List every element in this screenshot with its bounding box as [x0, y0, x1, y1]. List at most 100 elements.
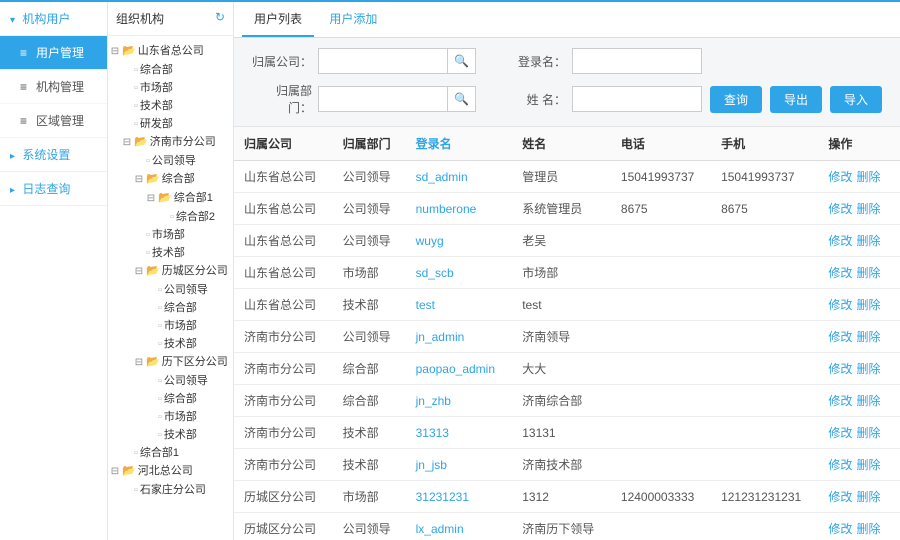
tree-node[interactable]: ⊟📂河北总公司 [110, 462, 231, 481]
tree-node[interactable]: ▫市场部 [110, 317, 231, 335]
refresh-icon[interactable]: ↻ [215, 10, 225, 24]
search-icon[interactable]: 🔍 [448, 48, 476, 74]
tree-toggle-icon[interactable]: ⊟ [134, 355, 144, 371]
tree-node[interactable]: ▫技术部 [110, 244, 231, 262]
delete-link[interactable]: 删除 [856, 266, 880, 280]
delete-link[interactable]: 删除 [856, 298, 880, 312]
tree-node[interactable]: ▫公司领导 [110, 281, 231, 299]
login-link[interactable]: lx_admin [416, 522, 464, 536]
query-button[interactable]: 查询 [710, 86, 762, 113]
delete-link[interactable]: 删除 [856, 426, 880, 440]
tab-user-add[interactable]: 用户添加 [317, 2, 389, 35]
tree-node[interactable]: ▫市场部 [110, 408, 231, 426]
tree-node[interactable]: ⊟📂济南市分公司 [110, 133, 231, 152]
tree-node[interactable]: ⊟📂历城区分公司 [110, 262, 231, 281]
edit-link[interactable]: 修改 [828, 522, 852, 536]
tree-node[interactable]: ▫综合部 [110, 61, 231, 79]
nav-group-log[interactable]: ▸ 日志查询 [0, 172, 107, 206]
col-mobile[interactable]: 手机 [711, 127, 818, 161]
cell-phone [611, 417, 711, 449]
tree-node[interactable]: ▫技术部 [110, 97, 231, 115]
tree-toggle-icon[interactable]: ⊟ [110, 44, 120, 60]
tree-node[interactable]: ⊟📂山东省总公司 [110, 42, 231, 61]
delete-link[interactable]: 删除 [856, 202, 880, 216]
tree-node[interactable]: ▫市场部 [110, 226, 231, 244]
edit-link[interactable]: 修改 [828, 298, 852, 312]
filter-company-input[interactable] [318, 48, 448, 74]
nav-group-system[interactable]: ▸ 系统设置 [0, 138, 107, 172]
delete-link[interactable]: 删除 [856, 490, 880, 504]
edit-link[interactable]: 修改 [828, 234, 852, 248]
import-button[interactable]: 导入 [830, 86, 882, 113]
login-link[interactable]: sd_admin [416, 170, 468, 184]
sidebar-item[interactable]: ≡区域管理 [0, 104, 107, 138]
search-icon[interactable]: 🔍 [448, 86, 476, 112]
tree-node[interactable]: ▫综合部2 [110, 208, 231, 226]
col-op[interactable]: 操作 [818, 127, 900, 161]
login-link[interactable]: wuyg [416, 234, 444, 248]
sidebar-item[interactable]: ≡机构管理 [0, 70, 107, 104]
delete-link[interactable]: 删除 [856, 234, 880, 248]
table-row: 山东省总公司公司领导numberone系统管理员86758675修改删除 [234, 193, 900, 225]
filter-bar: 归属公司： 🔍 登录名： 归属部门： 🔍 姓 名： 查询 导出 导入 [234, 38, 900, 127]
tree-toggle-icon[interactable]: ⊟ [110, 464, 120, 480]
export-button[interactable]: 导出 [770, 86, 822, 113]
cell-phone [611, 353, 711, 385]
edit-link[interactable]: 修改 [828, 170, 852, 184]
delete-link[interactable]: 删除 [856, 522, 880, 536]
tree-node[interactable]: ▫市场部 [110, 79, 231, 97]
edit-link[interactable]: 修改 [828, 266, 852, 280]
tree-node[interactable]: ▫综合部 [110, 390, 231, 408]
tree-toggle-icon[interactable]: ⊟ [134, 264, 144, 280]
delete-link[interactable]: 删除 [856, 394, 880, 408]
sidebar-item[interactable]: ≡用户管理 [0, 36, 107, 70]
edit-link[interactable]: 修改 [828, 202, 852, 216]
tree-node[interactable]: ⊟📂综合部 [110, 170, 231, 189]
delete-link[interactable]: 删除 [856, 170, 880, 184]
login-link[interactable]: paopao_admin [416, 362, 495, 376]
col-login[interactable]: 登录名 [406, 127, 513, 161]
col-dept[interactable]: 归属部门 [333, 127, 406, 161]
login-link[interactable]: 31313 [416, 426, 449, 440]
tree-node[interactable]: ▫综合部1 [110, 444, 231, 462]
tree-node[interactable]: ▫公司领导 [110, 152, 231, 170]
filter-name-input[interactable] [572, 86, 702, 112]
edit-link[interactable]: 修改 [828, 394, 852, 408]
file-icon: ▫ [134, 82, 138, 94]
edit-link[interactable]: 修改 [828, 458, 852, 472]
tree-toggle-icon[interactable]: ⊟ [146, 191, 156, 207]
delete-link[interactable]: 删除 [856, 458, 880, 472]
edit-link[interactable]: 修改 [828, 330, 852, 344]
filter-login-input[interactable] [572, 48, 702, 74]
tab-user-list[interactable]: 用户列表 [242, 2, 314, 37]
col-company[interactable]: 归属公司 [234, 127, 333, 161]
file-icon: ▫ [134, 118, 138, 130]
tree-toggle-icon[interactable]: ⊟ [122, 135, 132, 151]
filter-dept-input[interactable] [318, 86, 448, 112]
login-link[interactable]: jn_admin [416, 330, 465, 344]
login-link[interactable]: sd_scb [416, 266, 454, 280]
cell-name: test [512, 289, 611, 321]
tree-node[interactable]: ⊟📂综合部1 [110, 189, 231, 208]
tree-node[interactable]: ▫技术部 [110, 335, 231, 353]
tree-node[interactable]: ▫综合部 [110, 299, 231, 317]
tree-node[interactable]: ▫技术部 [110, 426, 231, 444]
tree-node[interactable]: ⊟📂历下区分公司 [110, 353, 231, 372]
edit-link[interactable]: 修改 [828, 426, 852, 440]
edit-link[interactable]: 修改 [828, 362, 852, 376]
edit-link[interactable]: 修改 [828, 490, 852, 504]
delete-link[interactable]: 删除 [856, 330, 880, 344]
tree-node[interactable]: ▫石家庄分公司 [110, 481, 231, 499]
tree-node[interactable]: ▫研发部 [110, 115, 231, 133]
col-name[interactable]: 姓名 [512, 127, 611, 161]
delete-link[interactable]: 删除 [856, 362, 880, 376]
login-link[interactable]: 31231231 [416, 490, 469, 504]
nav-group-org-users[interactable]: ▾ 机构用户 [0, 2, 107, 36]
login-link[interactable]: jn_jsb [416, 458, 447, 472]
col-phone[interactable]: 电话 [611, 127, 711, 161]
login-link[interactable]: test [416, 298, 435, 312]
tree-toggle-icon[interactable]: ⊟ [134, 172, 144, 188]
login-link[interactable]: jn_zhb [416, 394, 451, 408]
tree-node[interactable]: ▫公司领导 [110, 372, 231, 390]
login-link[interactable]: numberone [416, 202, 477, 216]
